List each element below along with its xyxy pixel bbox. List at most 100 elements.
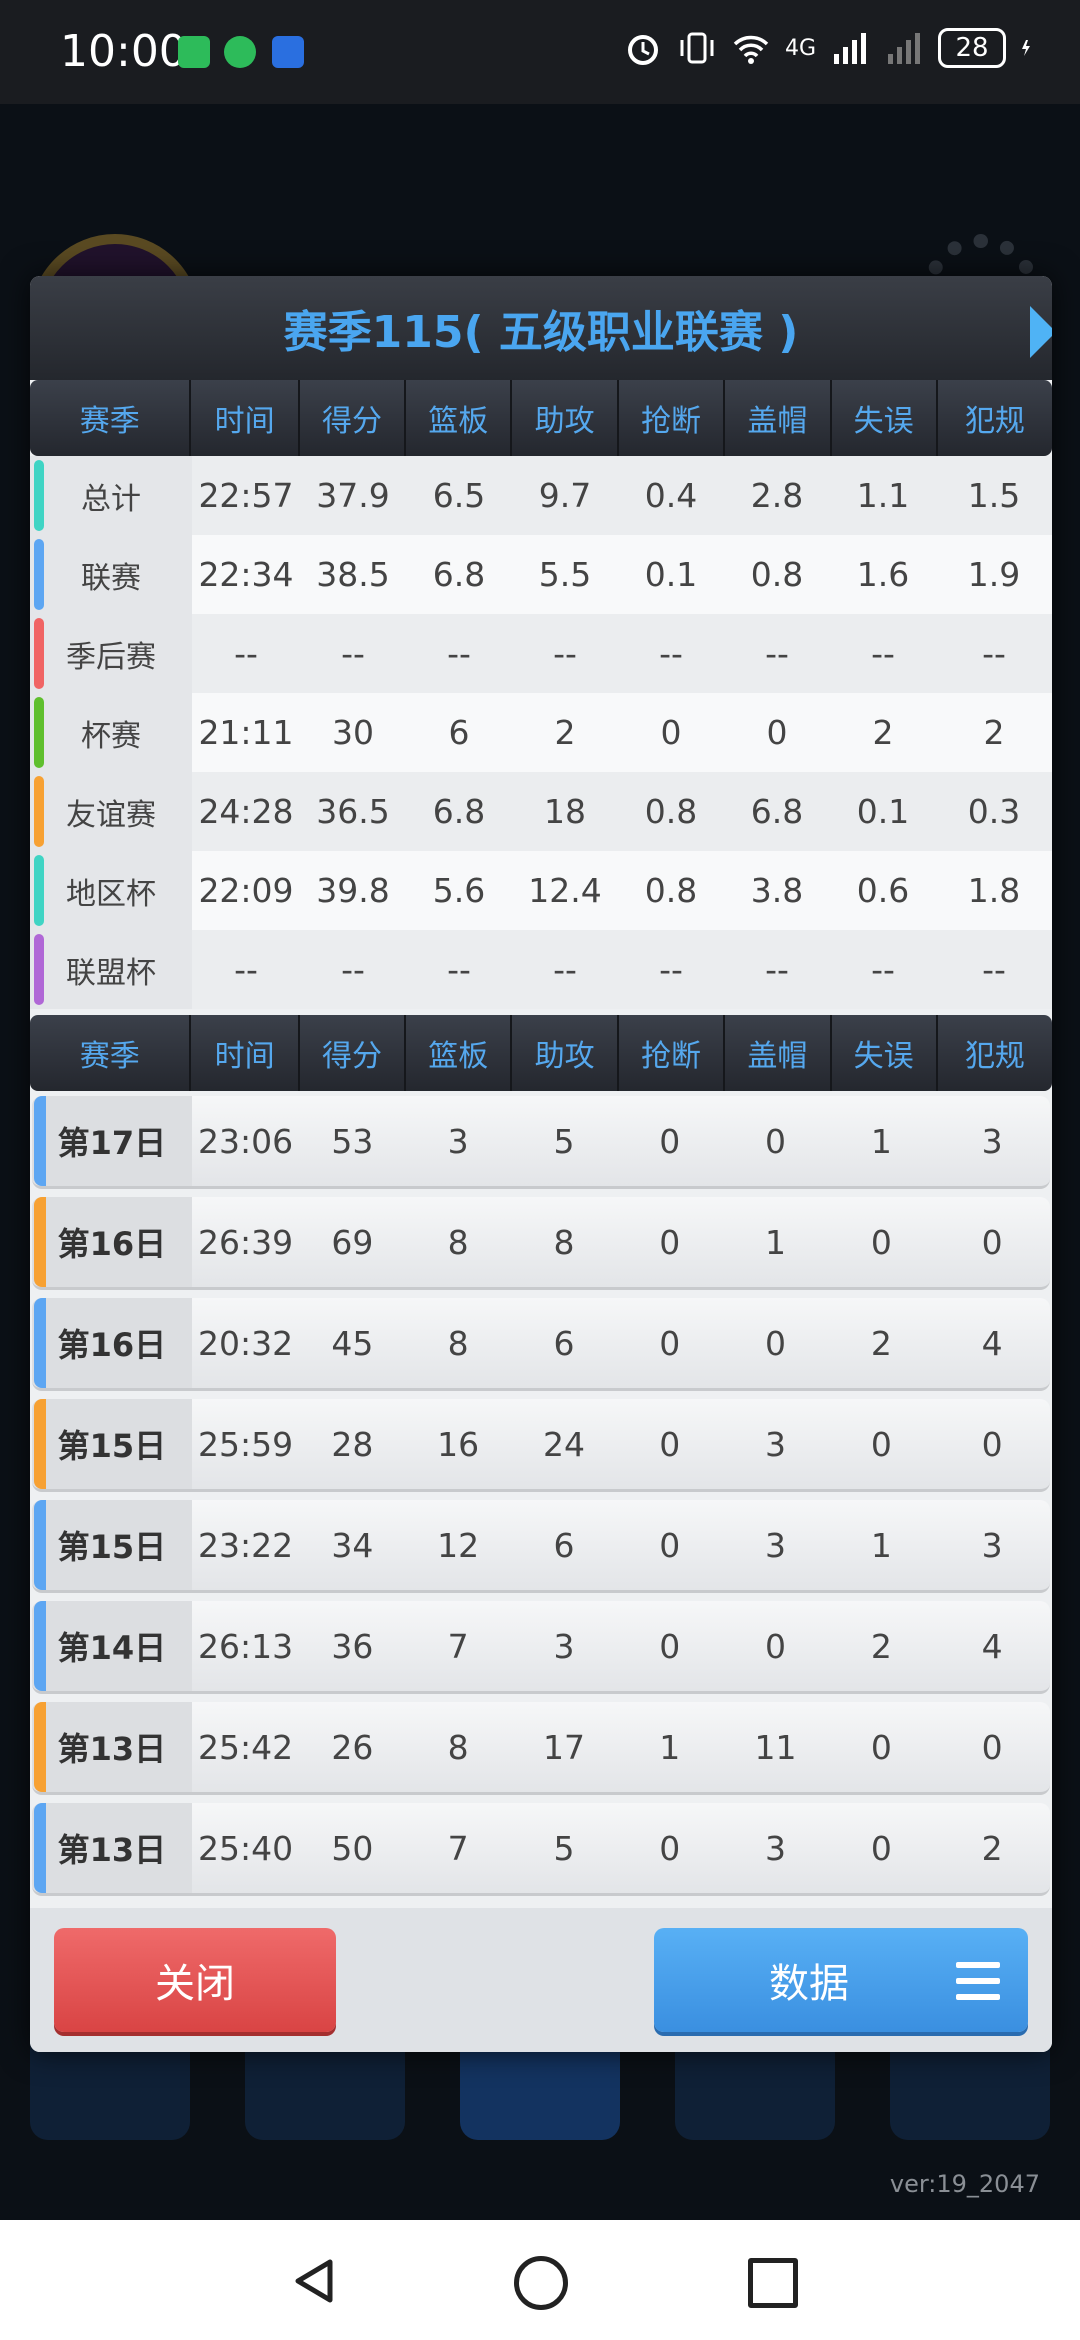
- stat-cell: --: [765, 634, 789, 673]
- column-header: 抢断: [619, 380, 726, 456]
- stat-cell: --: [659, 950, 683, 989]
- color-stripe: [34, 776, 44, 847]
- version-label: ver:19_2047: [889, 2170, 1040, 2198]
- stat-cell: 2: [870, 1323, 892, 1363]
- game-stat-row[interactable]: 第14日 26:13 36 7 3 0 0 2 4: [32, 1601, 1050, 1694]
- stat-cell: --: [341, 634, 365, 673]
- column-header: 得分: [300, 380, 407, 456]
- stat-cell: --: [553, 950, 577, 989]
- stat-cell: 26:39: [198, 1222, 294, 1262]
- stat-cell: 5.6: [432, 871, 486, 910]
- column-header: 助攻: [512, 1015, 619, 1091]
- season-stat-row: 联盟杯 -- -- -- -- -- -- -- --: [30, 930, 1052, 1009]
- data-button-label: 数据: [769, 1961, 849, 2007]
- game-stat-row[interactable]: 第13日 25:40 50 7 5 0 3 0 2: [32, 1803, 1050, 1896]
- stat-cell: 6.8: [750, 792, 804, 831]
- row-label-text: 季后赛: [66, 639, 156, 675]
- stat-cell: 0: [870, 1424, 892, 1464]
- car-app-icon: [272, 36, 304, 68]
- stat-cell: --: [982, 950, 1006, 989]
- season-stat-row: 杯赛 21:11 30 6 2 0 0 2 2: [30, 693, 1052, 772]
- wifi-icon: [733, 35, 769, 64]
- stat-cell: 0.8: [750, 555, 804, 594]
- column-header: 时间: [191, 1015, 300, 1091]
- status-icons: 4G 28: [623, 28, 1040, 68]
- game-stat-row[interactable]: 第15日 25:59 28 16 24 0 3 0 0: [32, 1399, 1050, 1492]
- row-label-text: 友谊赛: [66, 797, 156, 833]
- stat-cell: 0.8: [644, 792, 698, 831]
- color-stripe: [34, 1096, 46, 1186]
- stat-cell: 6.8: [432, 555, 486, 594]
- stat-cell: 0: [981, 1424, 1003, 1464]
- stat-cell: 1.6: [856, 555, 910, 594]
- game-stat-row[interactable]: 第17日 23:06 53 3 5 0 0 1 3: [32, 1096, 1050, 1189]
- stat-cell: 1.9: [967, 555, 1021, 594]
- stat-cell: 69: [331, 1222, 374, 1262]
- stat-cell: 22:34: [198, 555, 294, 594]
- stat-cell: 5.5: [538, 555, 592, 594]
- stat-cell: 0: [870, 1727, 892, 1767]
- game-day-label: 第13日: [32, 1803, 192, 1893]
- stat-cell: --: [871, 950, 895, 989]
- stat-cell: 21:11: [198, 713, 294, 752]
- game-stat-row[interactable]: 第16日 26:39 69 8 8 0 1 0 0: [32, 1197, 1050, 1290]
- row-label: 季后赛: [30, 614, 192, 693]
- color-stripe: [34, 1399, 46, 1489]
- stat-cell: 3: [765, 1828, 787, 1868]
- stat-cell: 0.6: [856, 871, 910, 910]
- stat-cell: 2: [872, 713, 894, 752]
- next-season-arrow-icon[interactable]: [1030, 306, 1052, 358]
- stat-cell: 1: [870, 1121, 892, 1161]
- home-icon[interactable]: [514, 2256, 568, 2310]
- color-stripe: [34, 1803, 46, 1893]
- stat-cell: 3: [981, 1525, 1003, 1565]
- stat-cell: 5: [553, 1121, 575, 1161]
- stat-cell: 0: [659, 1525, 681, 1565]
- back-icon[interactable]: [290, 2256, 340, 2306]
- stat-cell: 0: [659, 1222, 681, 1262]
- stat-cell: 7: [447, 1626, 469, 1666]
- game-stat-row[interactable]: 第16日 20:32 45 8 6 0 0 2 4: [32, 1298, 1050, 1391]
- data-button[interactable]: 数据: [654, 1928, 1028, 2032]
- stat-cell: 5: [553, 1828, 575, 1868]
- color-stripe: [34, 1197, 46, 1287]
- stat-cell: 17: [542, 1727, 585, 1767]
- color-stripe: [34, 697, 44, 768]
- game-day-label: 第13日: [32, 1702, 192, 1792]
- stat-cell: 36: [331, 1626, 374, 1666]
- column-header: 抢断: [619, 1015, 726, 1091]
- stat-cell: 6.8: [432, 792, 486, 831]
- game-day-text: 第15日: [57, 1427, 167, 1465]
- game-stat-row[interactable]: 第13日 25:42 26 8 17 1 11 0 0: [32, 1702, 1050, 1795]
- game-day-text: 第15日: [57, 1528, 167, 1566]
- season-stat-row: 联赛 22:34 38.5 6.8 5.5 0.1 0.8 1.6 1.9: [30, 535, 1052, 614]
- stat-cell: --: [447, 950, 471, 989]
- game-table-header: 赛季 时间 得分 篮板 助攻 抢断 盖帽 失误 犯规: [30, 1015, 1052, 1091]
- stat-cell: --: [447, 634, 471, 673]
- game-day-label: 第16日: [32, 1298, 192, 1388]
- stat-cell: 6: [553, 1525, 575, 1565]
- column-header: 赛季: [30, 380, 192, 456]
- close-button[interactable]: 关闭: [54, 1928, 336, 2032]
- status-time: 10:00: [60, 26, 187, 77]
- stat-cell: 1: [870, 1525, 892, 1565]
- column-header: 盖帽: [725, 380, 832, 456]
- stat-cell: 3: [553, 1626, 575, 1666]
- color-stripe: [34, 618, 44, 689]
- game-stat-row[interactable]: 第15日 23:22 34 12 6 0 3 1 3: [32, 1500, 1050, 1593]
- game-day-text: 第14日: [57, 1629, 167, 1667]
- stat-cell: 8: [447, 1727, 469, 1767]
- stat-cell: 1: [659, 1727, 681, 1767]
- alarm-icon: [627, 35, 658, 65]
- recent-apps-icon[interactable]: [748, 2258, 798, 2308]
- stat-cell: 2: [981, 1828, 1003, 1868]
- dialog-header: 赛季115( 五级职业联赛 ): [30, 276, 1052, 380]
- row-label: 友谊赛: [30, 772, 192, 851]
- column-header: 篮板: [406, 1015, 513, 1091]
- stat-cell: 16: [437, 1424, 480, 1464]
- row-label-text: 总计: [81, 481, 141, 517]
- stat-cell: --: [659, 634, 683, 673]
- row-label: 联盟杯: [30, 930, 192, 1009]
- column-header: 篮板: [406, 380, 513, 456]
- color-stripe: [34, 1500, 46, 1590]
